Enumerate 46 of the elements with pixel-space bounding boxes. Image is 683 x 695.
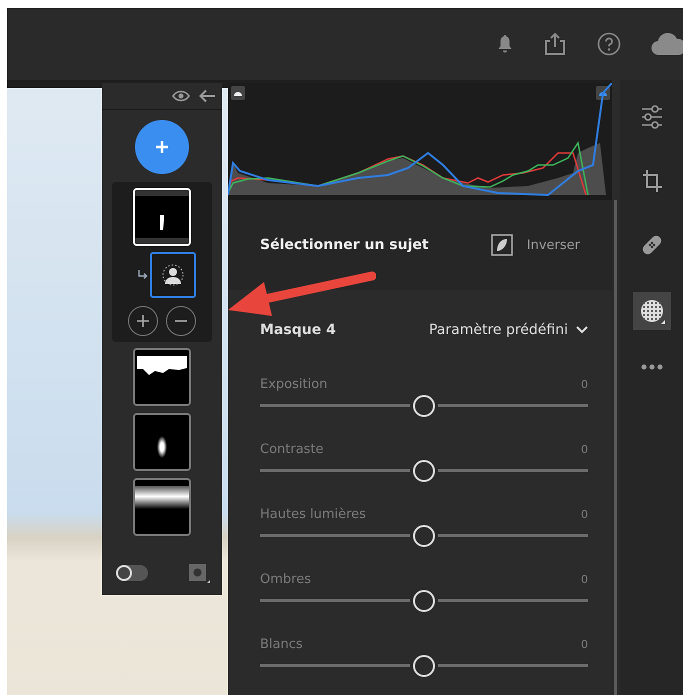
subject-component-thumbnail[interactable] <box>150 252 196 298</box>
slider-thumb[interactable] <box>413 460 435 482</box>
overlay-toggle[interactable] <box>116 565 148 581</box>
mask-title: Masque 4 <box>260 322 336 338</box>
share-icon[interactable] <box>543 31 567 57</box>
slider-thumb[interactable] <box>413 655 435 677</box>
slider-label: Hautes lumières <box>260 506 366 522</box>
mask-thumbnail[interactable] <box>133 478 191 536</box>
slider-thumb[interactable] <box>413 525 435 547</box>
bell-icon[interactable] <box>497 34 513 54</box>
slider-label: Contraste <box>260 442 324 456</box>
slider-label: Blancs <box>260 636 303 652</box>
subtract-component-button[interactable] <box>166 306 196 336</box>
slider-value: 0 <box>581 638 588 650</box>
slider-value: 0 <box>581 572 588 586</box>
help-icon[interactable] <box>597 32 621 56</box>
invert-label[interactable]: Inverser <box>526 238 580 252</box>
section-title: Sélectionner un sujet <box>260 237 430 253</box>
mask-dots-icon[interactable] <box>632 292 670 330</box>
branch-arrow-icon <box>138 270 148 280</box>
chevron-down-icon <box>576 326 588 334</box>
slider-track[interactable] <box>260 459 588 483</box>
preset-dropdown[interactable]: Paramètre prédéfini <box>428 322 588 338</box>
back-arrow-icon[interactable] <box>198 89 216 103</box>
invert-icon[interactable] <box>490 234 513 256</box>
plus-icon <box>136 314 150 328</box>
slider-label: Exposition <box>260 376 328 392</box>
shadow-clipping-icon[interactable] <box>231 86 245 100</box>
slider-track[interactable] <box>260 524 588 548</box>
slider-track[interactable] <box>260 394 588 418</box>
slider-value: 0 <box>581 442 588 456</box>
add-component-button[interactable] <box>128 306 158 336</box>
slider-label: Ombres <box>260 572 311 586</box>
eye-icon[interactable] <box>172 90 190 102</box>
slider-thumb[interactable] <box>413 395 435 417</box>
slider-track[interactable] <box>260 589 588 613</box>
mask-thumbnail[interactable] <box>133 413 191 471</box>
overlay-settings-icon[interactable] <box>188 563 210 583</box>
mask-thumbnail[interactable] <box>133 348 191 406</box>
slider-thumb[interactable] <box>413 590 435 612</box>
add-mask-button[interactable] <box>135 120 189 174</box>
slider-value: 0 <box>581 508 588 520</box>
cloud-icon[interactable] <box>651 33 683 55</box>
plus-icon <box>155 140 169 154</box>
slider-track[interactable] <box>260 654 588 678</box>
slider-value: 0 <box>581 378 588 390</box>
